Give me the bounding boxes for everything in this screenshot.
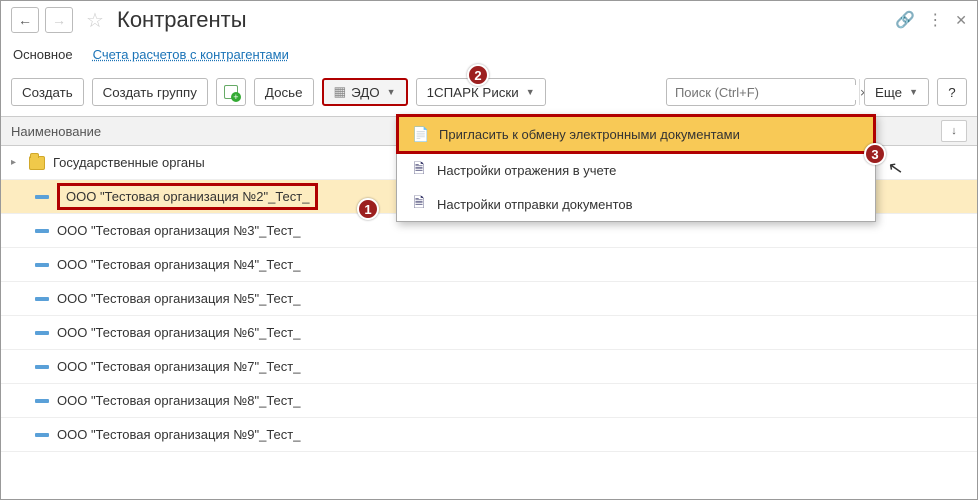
more-button[interactable]: Еще▼	[864, 78, 929, 106]
callout-2: 2	[467, 64, 489, 86]
item-marker-icon	[35, 433, 49, 437]
search-input[interactable]	[667, 85, 859, 100]
add-item-icon-button[interactable]	[216, 78, 246, 106]
menu-invite-exchange[interactable]: 📄 Пригласить к обмену электронными докум…	[396, 114, 876, 154]
caret-down-icon: ▼	[387, 87, 396, 97]
sort-indicator[interactable]: ↓	[941, 120, 967, 142]
page-title: Контрагенты	[117, 7, 247, 33]
dossier-button[interactable]: Досье	[254, 78, 314, 106]
expand-icon[interactable]: ▸	[11, 157, 21, 168]
plus-doc-icon	[224, 85, 238, 99]
send-doc-icon: 🗎	[411, 196, 427, 212]
close-icon[interactable]: ✕	[955, 12, 967, 29]
favorite-star-icon[interactable]: ☆	[83, 8, 107, 32]
folder-icon	[29, 156, 45, 170]
callout-3: 3	[864, 143, 886, 165]
item-marker-icon	[35, 331, 49, 335]
list-item[interactable]: ООО "Тестовая организация №4"_Тест_	[1, 248, 977, 282]
list-item[interactable]: ООО "Тестовая организация №8"_Тест_	[1, 384, 977, 418]
help-button[interactable]: ?	[937, 78, 967, 106]
list-item[interactable]: ООО "Тестовая организация №9"_Тест_	[1, 418, 977, 452]
list-item[interactable]: ООО "Тестовая организация №7"_Тест_	[1, 350, 977, 384]
create-group-button[interactable]: Создать группу	[92, 78, 208, 106]
item-label: ООО "Тестовая организация №2"_Тест_	[57, 183, 318, 210]
tab-bar: Основное Счета расчетов с контрагентами	[1, 39, 977, 74]
window-header: ← → ☆ Контрагенты 🔗 ⋮ ✕	[1, 1, 977, 39]
caret-down-icon: ▼	[909, 87, 918, 97]
column-name[interactable]: Наименование	[11, 124, 101, 139]
edo-icon: ▦	[334, 84, 347, 100]
item-marker-icon	[35, 229, 49, 233]
gear-doc-icon: 🗎	[411, 162, 427, 178]
item-marker-icon	[35, 195, 49, 199]
item-label: ООО "Тестовая организация №5"_Тест_	[57, 291, 300, 306]
item-label: ООО "Тестовая организация №4"_Тест_	[57, 257, 300, 272]
item-marker-icon	[35, 365, 49, 369]
item-label: ООО "Тестовая организация №6"_Тест_	[57, 325, 300, 340]
edo-dropdown-menu: 📄 Пригласить к обмену электронными докум…	[396, 114, 876, 222]
list-item[interactable]: ООО "Тестовая организация №6"_Тест_	[1, 316, 977, 350]
search-field-wrap: ×	[666, 78, 856, 106]
item-marker-icon	[35, 399, 49, 403]
kebab-menu-icon[interactable]: ⋮	[927, 10, 943, 30]
item-label: ООО "Тестовая организация №9"_Тест_	[57, 427, 300, 442]
menu-sending-settings[interactable]: 🗎 Настройки отправки документов	[397, 187, 875, 221]
back-button[interactable]: ←	[11, 7, 39, 33]
menu-accounting-settings[interactable]: 🗎 Настройки отражения в учете	[397, 153, 875, 187]
item-marker-icon	[35, 297, 49, 301]
item-label: ООО "Тестовая организация №3"_Тест_	[57, 223, 300, 238]
forward-button[interactable]: →	[45, 7, 73, 33]
caret-down-icon: ▼	[526, 87, 535, 97]
item-label: ООО "Тестовая организация №7"_Тест_	[57, 359, 300, 374]
link-icon[interactable]: 🔗	[895, 10, 915, 30]
edo-dropdown-button[interactable]: ▦ ЭДО ▼	[322, 78, 408, 106]
tab-accounts-link[interactable]: Счета расчетов с контрагентами	[93, 45, 289, 64]
tab-main[interactable]: Основное	[13, 45, 73, 64]
list-item[interactable]: ООО "Тестовая организация №5"_Тест_	[1, 282, 977, 316]
create-button[interactable]: Создать	[11, 78, 84, 106]
invite-icon: 📄	[413, 126, 429, 142]
folder-label: Государственные органы	[53, 155, 205, 170]
toolbar: Создать Создать группу Досье ▦ ЭДО ▼ 1СП…	[1, 74, 977, 116]
item-marker-icon	[35, 263, 49, 267]
item-label: ООО "Тестовая организация №8"_Тест_	[57, 393, 300, 408]
